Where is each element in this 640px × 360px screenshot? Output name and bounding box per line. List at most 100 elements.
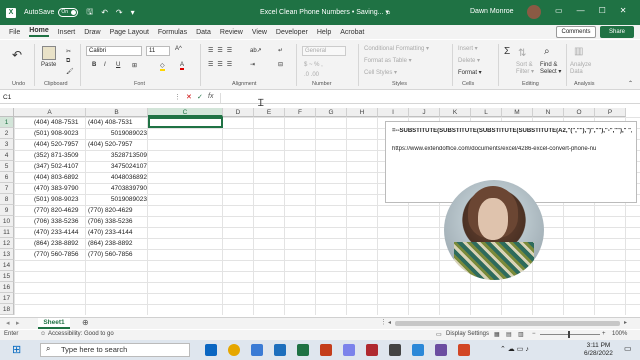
- horizontal-align-icons[interactable]: ☰☰☰: [208, 61, 236, 68]
- column-header-a[interactable]: A: [14, 108, 86, 117]
- row-header[interactable]: 7: [0, 183, 14, 194]
- autosum-icon[interactable]: Σ: [504, 46, 510, 57]
- scroll-right-icon[interactable]: ▸: [624, 319, 627, 326]
- tab-home[interactable]: Home: [29, 27, 49, 37]
- number-format-select[interactable]: General: [302, 46, 346, 56]
- column-header-f[interactable]: F: [285, 108, 316, 117]
- row-header[interactable]: 5: [0, 161, 14, 172]
- decimal-icon[interactable]: .0 .00: [304, 72, 319, 78]
- vertical-align-icons[interactable]: ☰☰☰: [208, 47, 236, 54]
- ribbon-display-icon[interactable]: ▭: [555, 6, 563, 15]
- cell-a12[interactable]: (864) 238-8892: [14, 238, 86, 249]
- merge-icon[interactable]: ⊟: [278, 61, 283, 68]
- copy-icon[interactable]: ⧉: [66, 58, 70, 65]
- tab-acrobat[interactable]: Acrobat: [340, 29, 364, 36]
- row-header[interactable]: 6: [0, 172, 14, 183]
- quick-access-dropdown-icon[interactable]: ▾: [131, 8, 135, 17]
- column-header-k[interactable]: K: [440, 108, 471, 117]
- row-header[interactable]: 16: [0, 282, 14, 293]
- minimize-icon[interactable]: —: [577, 6, 585, 15]
- avatar[interactable]: [527, 5, 541, 19]
- row-header[interactable]: 9: [0, 205, 14, 216]
- zoom-slider-thumb[interactable]: [568, 331, 570, 338]
- name-box-dropdown-icon[interactable]: ⋮: [174, 93, 181, 101]
- display-settings-button[interactable]: Display Settings: [446, 331, 489, 337]
- cell-a6[interactable]: (404) 803-6892: [14, 172, 86, 183]
- format-painter-icon[interactable]: 🖌: [66, 68, 74, 75]
- fill-color-icon[interactable]: ◇: [160, 62, 165, 71]
- windows-start-icon[interactable]: ⊞: [12, 343, 21, 356]
- tab-view[interactable]: View: [252, 29, 267, 36]
- row-header[interactable]: 15: [0, 271, 14, 282]
- teams-icon[interactable]: [343, 344, 355, 356]
- row-header[interactable]: 17: [0, 293, 14, 304]
- app-icon[interactable]: [435, 344, 447, 356]
- document-title[interactable]: Excel Clean Phone Numbers • Saving... ▾: [260, 8, 389, 16]
- cell-b10[interactable]: (706) 338-5236: [86, 216, 148, 227]
- accessibility-icon[interactable]: ☺: [40, 331, 46, 337]
- column-header-e[interactable]: E: [254, 108, 285, 117]
- cell-b8[interactable]: 5019089023: [86, 194, 148, 205]
- row-header[interactable]: 18: [0, 304, 14, 315]
- chrome-icon[interactable]: [228, 344, 240, 356]
- underline-icon[interactable]: U: [116, 62, 120, 68]
- insert-cells-button[interactable]: Insert ▾: [458, 45, 478, 52]
- increase-font-icon[interactable]: A^: [175, 46, 182, 52]
- orientation-icon[interactable]: ab↗: [250, 47, 262, 54]
- analyze-data-button[interactable]: Analyze Data: [570, 62, 594, 76]
- powerpoint-icon[interactable]: [320, 344, 332, 356]
- app-icon[interactable]: [389, 344, 401, 356]
- borders-icon[interactable]: ⊞: [132, 62, 137, 69]
- display-settings-icon[interactable]: ▭: [436, 331, 442, 338]
- formula-input[interactable]: [220, 93, 638, 103]
- row-header[interactable]: 2: [0, 128, 14, 139]
- column-header-m[interactable]: M: [502, 108, 533, 117]
- tab-developer[interactable]: Developer: [276, 29, 308, 36]
- row-header[interactable]: 12: [0, 238, 14, 249]
- column-header-p[interactable]: P: [595, 108, 626, 117]
- tab-draw[interactable]: Draw: [84, 29, 100, 36]
- font-name-select[interactable]: Calibri: [86, 46, 142, 56]
- tab-page-layout[interactable]: Page Layout: [110, 29, 149, 36]
- cell-a9[interactable]: (770) 820-4629: [14, 205, 86, 216]
- close-icon[interactable]: ✕: [620, 6, 627, 15]
- currency-icon[interactable]: $ ~ % ,: [304, 62, 323, 68]
- cell-a11[interactable]: (470) 233-4144: [14, 227, 86, 238]
- mail-icon[interactable]: [251, 344, 263, 356]
- bold-icon[interactable]: B: [92, 62, 96, 68]
- save-icon[interactable]: 🖫: [86, 6, 93, 20]
- prev-sheet-icon[interactable]: ◂: [6, 319, 10, 327]
- add-sheet-icon[interactable]: ⊕: [82, 318, 89, 327]
- app-icon[interactable]: [366, 344, 378, 356]
- comments-button[interactable]: Comments: [556, 26, 596, 38]
- autosave-toggle[interactable]: On: [58, 8, 79, 17]
- redo-icon[interactable]: ↷: [116, 8, 123, 17]
- cell-styles-button[interactable]: Cell Styles ▾: [364, 69, 397, 76]
- cell-b2[interactable]: 5019089023: [86, 128, 148, 139]
- cut-icon[interactable]: ✂: [66, 48, 71, 55]
- find-select-button[interactable]: Find & Select ▾: [540, 62, 562, 76]
- sort-filter-icon[interactable]: ⇅: [518, 48, 526, 59]
- paste-button[interactable]: Paste: [41, 62, 56, 68]
- cell-a4[interactable]: (352) 871-3509: [14, 150, 86, 161]
- row-header[interactable]: 10: [0, 216, 14, 227]
- cell-a8[interactable]: (501) 908-9023: [14, 194, 86, 205]
- column-header-j[interactable]: J: [409, 108, 440, 117]
- page-layout-view-icon[interactable]: ▤: [506, 331, 512, 338]
- app-icon[interactable]: [458, 344, 470, 356]
- column-header-n[interactable]: N: [533, 108, 564, 117]
- cell-a1[interactable]: (404) 408-7531: [14, 117, 86, 128]
- zoom-level[interactable]: 100%: [612, 331, 627, 337]
- paste-icon[interactable]: [42, 46, 56, 60]
- scroll-left-icon[interactable]: ◂: [388, 319, 391, 326]
- column-header-i[interactable]: I: [378, 108, 409, 117]
- maximize-icon[interactable]: ☐: [599, 6, 606, 15]
- cell-a10[interactable]: (706) 338-5236: [14, 216, 86, 227]
- selected-cell-c1[interactable]: [148, 117, 223, 128]
- format-cells-button[interactable]: Format ▾: [458, 69, 482, 76]
- tab-insert[interactable]: Insert: [58, 29, 76, 36]
- insert-function-icon[interactable]: fx: [208, 93, 213, 100]
- cell-b7[interactable]: 4703839790: [86, 183, 148, 194]
- undo-icon[interactable]: ↶: [12, 48, 22, 62]
- taskbar-clock[interactable]: 3:11 PM 6/28/2022: [584, 342, 613, 358]
